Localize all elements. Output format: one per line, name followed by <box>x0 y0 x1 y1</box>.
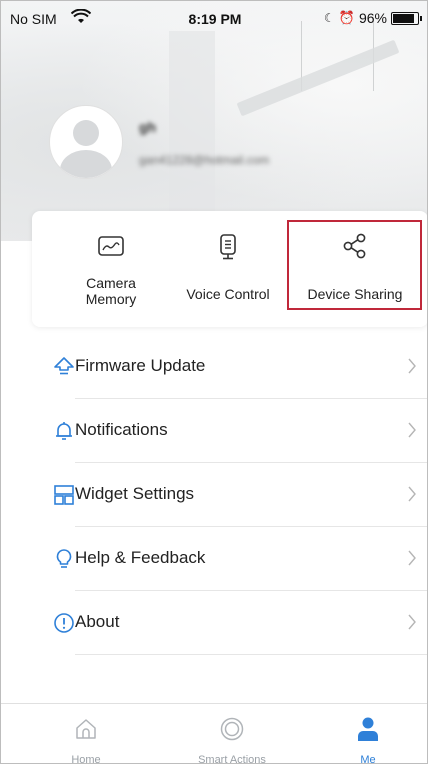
tab-label: Home <box>71 754 101 764</box>
menu-item-help-feedback[interactable]: Help & Feedback <box>1 527 427 591</box>
menu-item-label: Widget Settings <box>75 484 195 503</box>
moon-icon: ☾ <box>324 11 335 25</box>
tab-smart-actions[interactable]: Smart Actions <box>177 704 287 764</box>
firmware-update-icon <box>54 357 74 375</box>
battery-percent: 96% <box>358 10 387 26</box>
menu-item-label: Notifications <box>75 420 168 439</box>
camera-memory-button[interactable]: Camera Memory <box>56 211 166 327</box>
voice-control-button[interactable]: Voice Control <box>168 211 288 327</box>
user-email: gan41228@hotmail.com <box>139 153 270 167</box>
menu-item-label: Firmware Update <box>75 356 206 375</box>
tab-label: Smart Actions <box>198 754 266 764</box>
info-icon <box>54 613 74 633</box>
smart-actions-icon <box>220 717 244 741</box>
tab-me[interactable]: Me <box>331 704 405 764</box>
person-icon <box>358 717 378 741</box>
status-bar: No SIM 8:19 PM ☾ ⏰ 96% <box>1 1 427 37</box>
tab-label: Me <box>360 754 376 764</box>
tab-bar: Home Smart Actions Me <box>1 703 427 764</box>
camera-memory-label: Camera Memory <box>85 275 137 307</box>
home-icon <box>76 719 96 739</box>
chevron-right-icon <box>408 550 416 566</box>
avatar[interactable] <box>49 105 123 179</box>
camera-memory-icon <box>98 236 124 256</box>
voice-control-icon <box>220 234 236 260</box>
chevron-right-icon <box>408 358 416 374</box>
menu-item-widget-settings[interactable]: Widget Settings <box>1 463 427 527</box>
device-sharing-label: Device Sharing <box>307 286 403 302</box>
bell-icon <box>56 422 72 440</box>
lightbulb-icon <box>56 549 72 568</box>
status-right: ☾ ⏰ 96% <box>324 10 422 26</box>
menu-item-label: About <box>75 612 120 631</box>
menu-item-firmware-update[interactable]: Firmware Update <box>1 335 427 399</box>
alarm-icon: ⏰ <box>338 10 355 25</box>
menu-item-label: Help & Feedback <box>75 548 206 567</box>
menu-item-notifications[interactable]: Notifications <box>1 399 427 463</box>
widget-icon <box>54 485 74 505</box>
quick-actions-card: Camera Memory Voice Control Device Shari… <box>32 211 427 327</box>
settings-list: Firmware Update Notifications Widget Set… <box>1 335 427 655</box>
tab-home[interactable]: Home <box>49 704 123 764</box>
app-screen: No SIM 8:19 PM ☾ ⏰ 96% gh gan41228@hotma… <box>0 0 428 764</box>
voice-control-label: Voice Control <box>186 286 270 302</box>
chevron-right-icon <box>408 486 416 502</box>
menu-item-about[interactable]: About <box>1 591 427 655</box>
user-name[interactable]: gh <box>139 119 156 135</box>
device-sharing-button[interactable]: Device Sharing <box>288 211 422 327</box>
share-icon <box>343 233 366 259</box>
chevron-right-icon <box>408 422 416 438</box>
chevron-right-icon <box>408 614 416 630</box>
battery-icon <box>391 11 422 25</box>
